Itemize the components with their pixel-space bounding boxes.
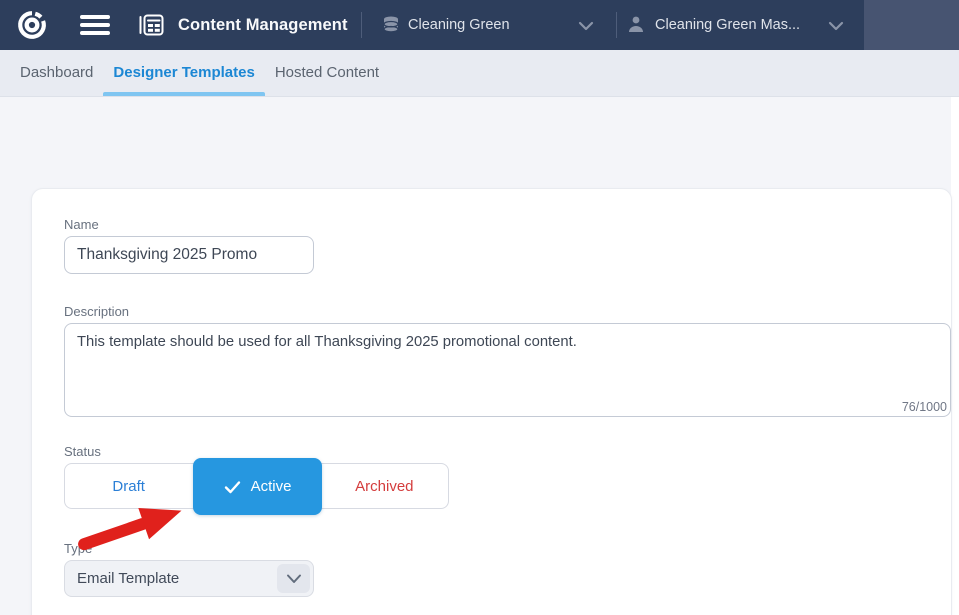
tab-hosted-content[interactable]: Hosted Content xyxy=(265,50,389,96)
description-textarea[interactable]: This template should be used for all Tha… xyxy=(64,323,951,417)
topbar-right-section xyxy=(864,0,959,50)
type-select-value: Email Template xyxy=(77,570,180,587)
workspace-selector-label[interactable]: Cleaning Green xyxy=(408,0,510,50)
name-input[interactable] xyxy=(64,236,314,274)
active-tab-underline xyxy=(103,92,265,96)
description-label: Description xyxy=(64,304,130,319)
status-option-draft[interactable]: Draft xyxy=(65,464,192,508)
scrollbar-track[interactable] xyxy=(951,97,959,615)
status-archived-label: Archived xyxy=(355,477,414,495)
user-selector-label[interactable]: Cleaning Green Mas... xyxy=(655,0,800,50)
tab-hosted-content-label: Hosted Content xyxy=(274,64,380,81)
database-icon xyxy=(383,16,399,33)
tab-designer-templates[interactable]: Designer Templates xyxy=(103,50,265,96)
status-label: Status xyxy=(64,444,101,459)
status-option-archived[interactable]: Archived xyxy=(319,464,448,508)
status-draft-label: Draft xyxy=(112,477,145,495)
tab-bar: Dashboard Designer Templates Hosted Cont… xyxy=(0,50,959,97)
topbar-divider xyxy=(616,12,617,38)
template-settings-card: Name Description This template should be… xyxy=(31,188,952,615)
type-label: Type xyxy=(64,541,93,556)
tab-dashboard-label: Dashboard xyxy=(20,64,94,81)
tab-dashboard[interactable]: Dashboard xyxy=(10,50,103,96)
status-option-active-selected[interactable]: Active xyxy=(193,458,322,515)
chevron-down-icon xyxy=(286,574,301,583)
user-icon xyxy=(629,16,643,32)
topbar-divider xyxy=(361,12,362,38)
app-title: Content Management xyxy=(178,16,348,34)
status-active-label: Active xyxy=(250,478,292,495)
tab-designer-templates-label: Designer Templates xyxy=(113,64,255,81)
menu-hamburger-icon[interactable] xyxy=(80,15,110,35)
user-chevron-down-icon[interactable] xyxy=(828,21,844,31)
character-counter: 76/1000 xyxy=(901,400,947,414)
type-select-chevron-box[interactable] xyxy=(277,564,310,593)
app-logo-icon[interactable] xyxy=(15,8,49,42)
topbar: Content Management Cleaning Green Cleani… xyxy=(0,0,959,50)
type-select[interactable]: Email Template xyxy=(64,560,314,597)
content-management-icon xyxy=(139,14,164,36)
checkmark-icon xyxy=(224,480,240,493)
status-segmented-control: Draft Archived Active xyxy=(64,458,449,515)
workspace-chevron-down-icon[interactable] xyxy=(578,21,594,31)
name-label: Name xyxy=(64,217,99,232)
page-background: Name Description This template should be… xyxy=(0,97,959,615)
